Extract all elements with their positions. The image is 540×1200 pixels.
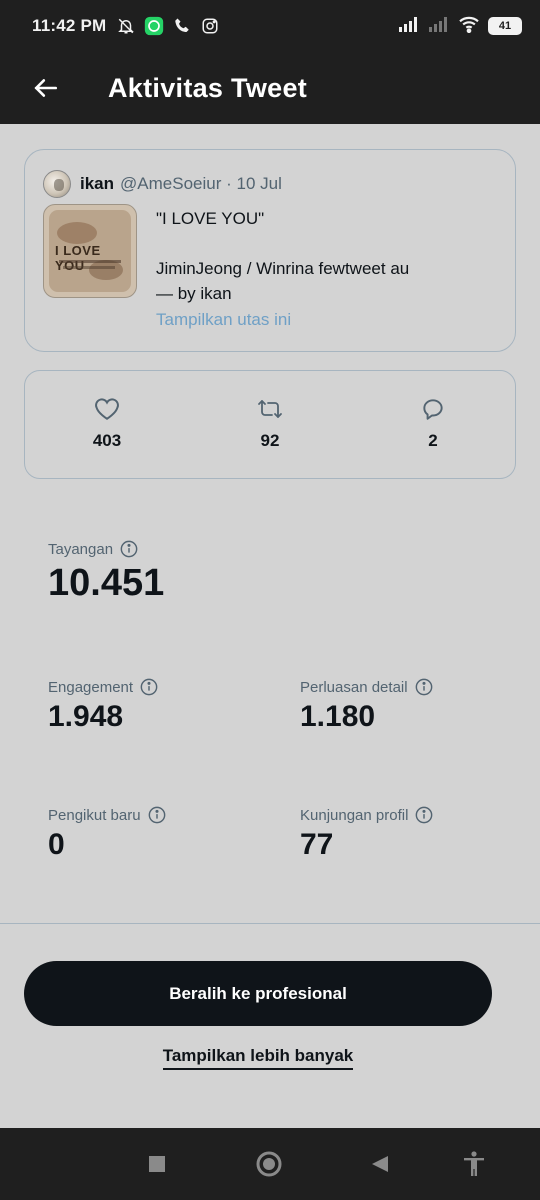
- mute-bell-icon: [116, 16, 136, 36]
- arrow-left-icon: [34, 79, 58, 97]
- phone-call-icon: [172, 16, 192, 36]
- cell-signal-icon: [398, 16, 420, 37]
- whatsapp-icon: [144, 16, 164, 36]
- show-thread-link[interactable]: Tampilkan utas ini: [156, 310, 291, 330]
- info-icon[interactable]: [415, 806, 433, 824]
- profile-visits-label: Kunjungan profil: [300, 806, 409, 824]
- tweet-author-row: ikan @AmeSoeiur · 10 Jul: [43, 170, 282, 198]
- profile-visits-metric: Kunjungan profil 77: [300, 806, 433, 862]
- detail-expands-label: Perluasan detail: [300, 678, 408, 696]
- new-followers-value: 0: [48, 828, 65, 861]
- likes-stat: 403: [67, 395, 147, 451]
- new-followers-label: Pengikut baru: [48, 806, 141, 824]
- replies-count: 2: [428, 431, 438, 450]
- engagement-metric: Engagement 1.948: [48, 678, 158, 734]
- wifi-icon: [458, 15, 480, 38]
- home-button[interactable]: [255, 1150, 283, 1178]
- info-icon[interactable]: [415, 678, 433, 696]
- detail-expands-metric: Perluasan detail 1.180: [300, 678, 433, 734]
- author-name: ikan: [80, 174, 115, 193]
- tweet-text-line: "I LOVE YOU": [156, 209, 265, 228]
- show-more-link-wrapper: Tampilkan lebih banyak: [0, 1046, 516, 1070]
- accessibility-icon: [464, 1151, 484, 1176]
- impressions-value: 10.451: [48, 562, 165, 604]
- tweet-text-line: — by ikan: [156, 284, 232, 303]
- new-followers-metric: Pengikut baru 0: [48, 806, 166, 862]
- back-nav-button[interactable]: [366, 1150, 394, 1178]
- tweet-media-thumbnail[interactable]: I LOVE YOU: [43, 204, 137, 298]
- info-icon[interactable]: [140, 678, 158, 696]
- switch-to-professional-button[interactable]: Beralih ke profesional: [24, 961, 492, 1026]
- system-nav-bar: [0, 1128, 540, 1200]
- status-left-icons: [116, 16, 220, 36]
- tweet-text: "I LOVE YOU" JiminJeong / Winrina fewtwe…: [156, 206, 501, 306]
- battery-icon: 41: [488, 17, 522, 35]
- reply-bubble-icon: [419, 395, 447, 423]
- instagram-icon: [200, 16, 220, 36]
- square-icon: [149, 1156, 165, 1172]
- heart-icon: [93, 395, 121, 423]
- triangle-back-icon: [372, 1156, 388, 1172]
- status-right-icons: 41: [398, 15, 522, 38]
- retweets-stat: 92: [230, 395, 310, 451]
- back-button[interactable]: [24, 66, 68, 110]
- thumbnail-image: I LOVE YOU: [49, 210, 131, 292]
- divider: [0, 923, 540, 924]
- cell-signal-weak-icon: [428, 16, 450, 37]
- detail-expands-value: 1.180: [300, 700, 376, 733]
- retweet-icon: [256, 395, 284, 423]
- show-more-link[interactable]: Tampilkan lebih banyak: [162, 1046, 354, 1070]
- engagement-label: Engagement: [48, 678, 134, 696]
- page-title: Aktivitas Tweet: [108, 72, 308, 103]
- circle-icon: [256, 1151, 282, 1177]
- impressions-label: Tayangan: [48, 540, 114, 558]
- app-header: Aktivitas Tweet: [0, 52, 540, 124]
- accessibility-button[interactable]: [460, 1150, 488, 1178]
- author-handle-date: @AmeSoeiur · 10 Jul: [120, 174, 282, 193]
- avatar: [43, 170, 71, 198]
- status-bar: 11:42 PM 41: [0, 0, 540, 52]
- retweets-count: 92: [260, 431, 280, 450]
- engagement-value: 1.948: [48, 700, 124, 733]
- tweet-card[interactable]: ikan @AmeSoeiur · 10 Jul I LOVE YOU "I L…: [24, 149, 516, 352]
- replies-stat: 2: [393, 395, 473, 451]
- engagement-card: 403 92 2: [24, 370, 516, 479]
- info-icon[interactable]: [120, 540, 138, 558]
- impressions-metric: Tayangan 10.451: [48, 540, 164, 605]
- status-time: 11:42 PM: [32, 16, 107, 35]
- profile-visits-value: 77: [300, 828, 334, 861]
- info-icon[interactable]: [148, 806, 166, 824]
- tweet-text-line: JiminJeong / Winrina fewtweet au: [156, 259, 410, 278]
- likes-count: 403: [92, 431, 122, 450]
- recents-button[interactable]: [143, 1150, 171, 1178]
